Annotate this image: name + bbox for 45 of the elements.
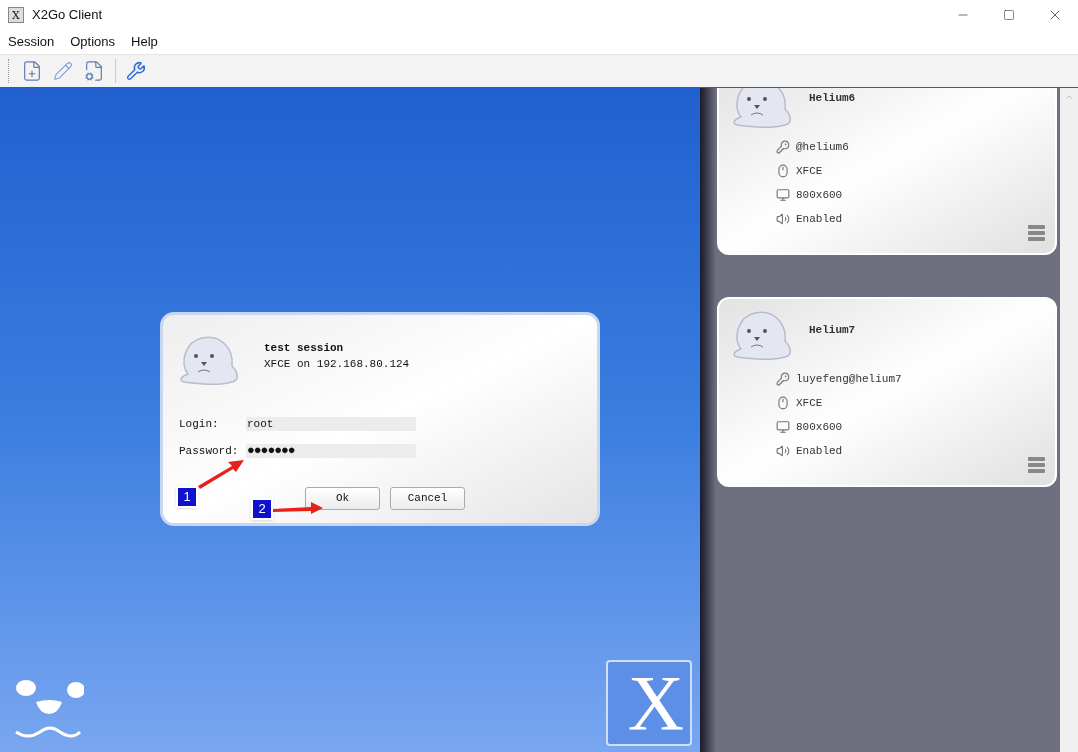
session-detail: 800x600 <box>796 187 843 203</box>
app-logo-icon: X <box>8 7 24 23</box>
key-icon <box>776 140 790 154</box>
input-field[interactable]: root <box>246 417 416 432</box>
field-label: Password: <box>179 443 240 459</box>
field-label: Login: <box>179 417 220 432</box>
panel-splitter[interactable] <box>700 88 716 752</box>
step-badge: 1 <box>176 486 198 508</box>
session-detail: luyefeng@helium7 <box>796 371 902 387</box>
dialog-button[interactable]: Cancel <box>390 487 465 510</box>
mouse-icon <box>776 396 790 410</box>
session-card[interactable]: Helium7 luyefeng@helium7 XFCE 800x600 Enabled <box>717 297 1057 487</box>
pencil-icon[interactable] <box>53 61 73 81</box>
x2go-logo: X <box>606 660 692 746</box>
key-icon <box>776 372 790 386</box>
session-subtitle: XFCE on 192.168.80.124 <box>264 357 410 372</box>
session-name: Helium6 <box>809 90 856 106</box>
menu-item[interactable]: Options <box>66 32 120 52</box>
window-title: X2Go Client <box>32 6 103 25</box>
session-detail: XFCE <box>796 163 823 179</box>
session-detail: @helium6 <box>796 139 849 155</box>
speaker-icon <box>776 444 790 458</box>
maximize-icon[interactable] <box>1003 9 1015 21</box>
new-session-icon[interactable] <box>21 60 43 82</box>
menu-item[interactable]: Session <box>4 32 59 52</box>
dialog-button[interactable]: Ok <box>305 487 380 510</box>
menu-icon[interactable] <box>1028 457 1045 473</box>
step-badge: 2 <box>251 498 273 520</box>
session-detail: XFCE <box>796 395 823 411</box>
session-settings-icon[interactable] <box>83 60 105 82</box>
monitor-icon <box>776 188 790 202</box>
mouse-icon <box>776 164 790 178</box>
wrench-icon[interactable] <box>126 61 146 81</box>
session-detail: 800x600 <box>796 419 843 435</box>
session-card[interactable]: Helium6 @helium6 XFCE 800x600 Enabled <box>717 88 1057 255</box>
speaker-icon <box>776 212 790 226</box>
session-name: Helium7 <box>809 322 856 338</box>
annotation-arrow <box>198 460 244 490</box>
session-title: test session <box>264 340 345 356</box>
menu-item[interactable]: Help <box>127 32 162 52</box>
annotation-arrow <box>273 502 323 516</box>
menu-icon[interactable] <box>1028 225 1045 241</box>
session-detail: Enabled <box>796 443 843 459</box>
session-detail: Enabled <box>796 211 843 227</box>
monitor-icon <box>776 420 790 434</box>
